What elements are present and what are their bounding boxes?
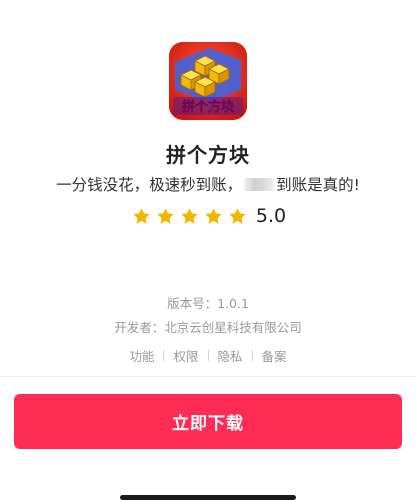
app-icon-art: 拼个方块 — [169, 42, 247, 120]
app-name: 拼个方块 — [166, 143, 250, 167]
link-divider — [163, 350, 165, 361]
link-privacy[interactable]: 隐私 — [218, 346, 243, 365]
block-puzzle-app-icon: 拼个方块 — [169, 42, 247, 120]
app-icon-title: 拼个方块 — [182, 99, 235, 115]
developer-name: 开发者：北京云创星科技有限公司 — [114, 320, 302, 335]
star-icon — [133, 207, 151, 224]
link-filing[interactable]: 备案 — [262, 346, 287, 365]
info-links: 功能 权限 隐私 备案 — [0, 346, 416, 365]
star-icon — [205, 207, 223, 224]
section-divider — [0, 376, 416, 377]
home-indicator — [120, 495, 296, 500]
link-features[interactable]: 功能 — [129, 346, 154, 365]
rating-score: 5.0 — [255, 205, 287, 227]
link-divider — [251, 350, 253, 361]
redacted-text — [244, 178, 275, 191]
star-icon — [157, 207, 175, 224]
star-icon — [229, 207, 247, 224]
version-number: 版本号：1.0.1 — [167, 296, 249, 311]
tagline-text-after: 到账是真的! — [276, 176, 360, 194]
download-button[interactable]: 立即下载 — [14, 394, 402, 449]
app-tagline: 一分钱没花，极速秒到账， 到账是真的! — [0, 173, 416, 195]
link-divider — [207, 350, 209, 361]
link-permissions[interactable]: 权限 — [173, 346, 198, 365]
star-icon — [181, 207, 199, 224]
app-download-card: 拼个方块 拼个方块 一分钱没花，极速秒到账， 到账是真的! 5.0 版本号：1.0… — [0, 0, 416, 376]
rating: 5.0 — [0, 205, 416, 227]
tagline-text-before: 一分钱没花，极速秒到账， — [56, 176, 243, 194]
